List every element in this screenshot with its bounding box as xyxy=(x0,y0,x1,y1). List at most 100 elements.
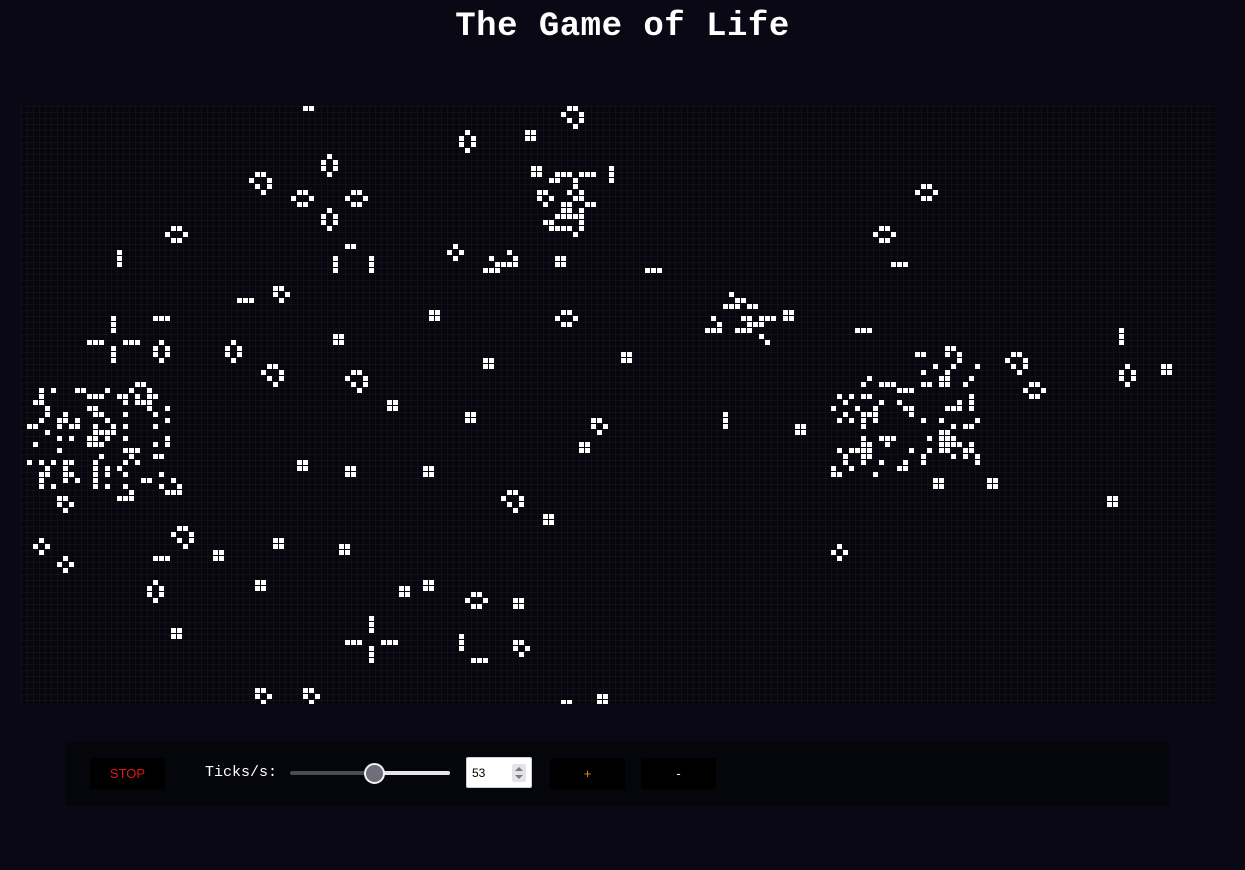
live-cell xyxy=(165,556,170,561)
live-cell xyxy=(945,442,950,447)
live-cell xyxy=(39,460,44,465)
live-cell xyxy=(861,442,866,447)
live-cell xyxy=(171,628,176,633)
live-cell xyxy=(909,412,914,417)
live-cell xyxy=(291,196,296,201)
live-cell xyxy=(729,292,734,297)
live-cell xyxy=(939,436,944,441)
live-cell xyxy=(549,178,554,183)
live-cell xyxy=(93,478,98,483)
control-panel: STOP Ticks/s: 53 + - xyxy=(66,741,1169,806)
live-cell xyxy=(357,370,362,375)
live-cell xyxy=(723,304,728,309)
live-cell xyxy=(387,406,392,411)
live-cell xyxy=(153,346,158,351)
live-cell xyxy=(1125,364,1130,369)
live-cell xyxy=(153,598,158,603)
live-cell xyxy=(465,412,470,417)
live-cell xyxy=(297,460,302,465)
live-cell xyxy=(657,268,662,273)
game-board[interactable] xyxy=(21,106,1215,704)
live-cell xyxy=(279,376,284,381)
live-cell xyxy=(483,364,488,369)
live-cell xyxy=(147,592,152,597)
live-cell xyxy=(45,472,50,477)
ticks-slider[interactable] xyxy=(290,763,450,784)
live-cell xyxy=(1023,388,1028,393)
live-cell xyxy=(471,592,476,597)
cell-grid[interactable] xyxy=(21,106,1215,704)
live-cell xyxy=(465,148,470,153)
live-cell xyxy=(843,412,848,417)
live-cell xyxy=(267,694,272,699)
ticks-input[interactable]: 53 xyxy=(466,757,532,788)
live-cell xyxy=(861,460,866,465)
live-cell xyxy=(849,466,854,471)
live-cell xyxy=(879,238,884,243)
live-cell xyxy=(555,316,560,321)
live-cell xyxy=(165,352,170,357)
live-cell xyxy=(93,442,98,447)
live-cell xyxy=(45,544,50,549)
live-cell xyxy=(579,208,584,213)
live-cell xyxy=(33,424,38,429)
live-cell xyxy=(141,400,146,405)
live-cell xyxy=(1131,376,1136,381)
live-cell xyxy=(99,430,104,435)
live-cell xyxy=(135,340,140,345)
live-cell xyxy=(831,406,836,411)
slider-thumb[interactable] xyxy=(364,763,385,784)
live-cell xyxy=(921,460,926,465)
live-cell xyxy=(537,172,542,177)
live-cell xyxy=(939,376,944,381)
live-cell xyxy=(543,514,548,519)
speed-up-button[interactable]: + xyxy=(550,758,625,789)
live-cell xyxy=(471,604,476,609)
live-cell xyxy=(579,112,584,117)
live-cell xyxy=(969,424,974,429)
live-cell xyxy=(519,604,524,609)
live-cell xyxy=(369,262,374,267)
live-cell xyxy=(399,592,404,597)
live-cell xyxy=(507,262,512,267)
live-cell xyxy=(177,628,182,633)
live-cell xyxy=(321,166,326,171)
live-cell xyxy=(69,436,74,441)
stop-button[interactable]: STOP xyxy=(90,758,165,789)
live-cell xyxy=(609,178,614,183)
live-cell xyxy=(921,382,926,387)
live-cell xyxy=(393,400,398,405)
live-cell xyxy=(927,184,932,189)
live-cell xyxy=(957,352,962,357)
live-cell xyxy=(369,616,374,621)
live-cell xyxy=(423,580,428,585)
live-cell xyxy=(261,172,266,177)
live-cell xyxy=(939,442,944,447)
live-cell xyxy=(555,214,560,219)
live-cell xyxy=(39,472,44,477)
live-cell xyxy=(969,376,974,381)
spinner-down-icon[interactable] xyxy=(515,775,523,779)
live-cell xyxy=(63,568,68,573)
live-cell xyxy=(249,178,254,183)
live-cell xyxy=(57,448,62,453)
live-cell xyxy=(93,472,98,477)
live-cell xyxy=(561,208,566,213)
live-cell xyxy=(327,226,332,231)
live-cell xyxy=(225,352,230,357)
live-cell xyxy=(903,460,908,465)
live-cell xyxy=(837,418,842,423)
live-cell xyxy=(573,214,578,219)
live-cell xyxy=(1167,364,1172,369)
live-cell xyxy=(561,214,566,219)
slow-down-button[interactable]: - xyxy=(641,758,716,789)
live-cell xyxy=(345,196,350,201)
live-cell xyxy=(159,586,164,591)
live-cell xyxy=(261,580,266,585)
live-cell xyxy=(861,418,866,423)
ticks-spinner[interactable] xyxy=(512,764,526,782)
live-cell xyxy=(873,406,878,411)
spinner-up-icon[interactable] xyxy=(515,767,523,771)
live-cell xyxy=(867,442,872,447)
live-cell xyxy=(123,472,128,477)
